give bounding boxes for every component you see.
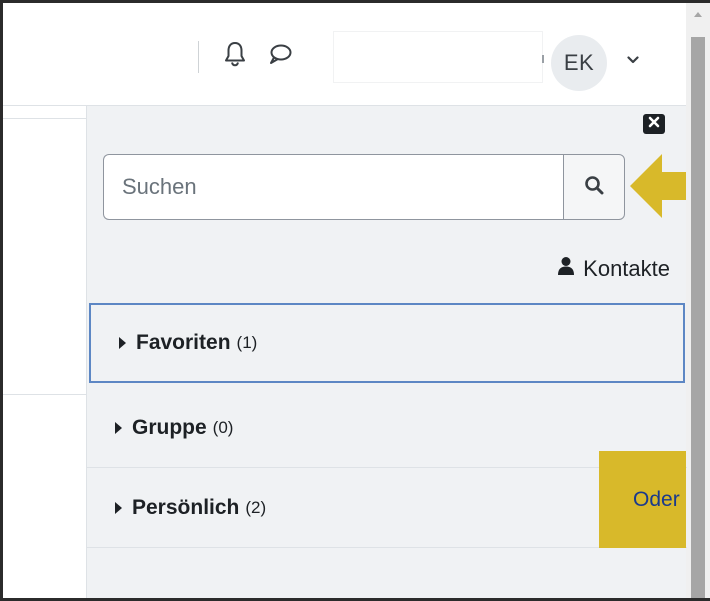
top-navbar: EK <box>3 3 686 106</box>
section-title: Gruppe <box>132 415 207 439</box>
section-favorites[interactable]: Favoriten (1) <box>89 303 685 383</box>
tour-pointer-arrow <box>628 150 686 222</box>
close-drawer-button[interactable] <box>643 114 665 134</box>
scroll-up-button[interactable] <box>686 3 710 25</box>
contacts-label: Kontakte <box>583 256 670 281</box>
content-divider <box>3 118 86 119</box>
tour-callout-text: Oder a <box>633 487 686 511</box>
caret-up-icon <box>693 5 703 23</box>
messaging-drawer: Kontakte Favoriten (1) Gruppe (0) Persön… <box>86 106 687 598</box>
close-icon <box>648 115 660 133</box>
page-scrollbar[interactable] <box>686 3 710 598</box>
section-title: Favoriten <box>136 331 231 354</box>
section-group[interactable]: Gruppe (0) <box>87 388 687 468</box>
separator-mark <box>542 55 544 63</box>
chevron-down-icon <box>626 52 640 70</box>
caret-right-icon <box>115 421 122 434</box>
user-menu-toggle[interactable] <box>621 49 645 73</box>
notifications-button[interactable] <box>213 33 257 79</box>
navbar-divider <box>198 41 199 73</box>
search-icon <box>584 175 604 200</box>
scroll-thumb[interactable] <box>691 37 705 598</box>
section-personal[interactable]: Persönlich (2) <box>87 468 687 548</box>
section-count: (1) <box>236 333 258 352</box>
user-menu-area[interactable] <box>333 31 543 83</box>
caret-right-icon <box>115 501 122 514</box>
section-count: (2) <box>245 497 267 517</box>
search-button[interactable] <box>563 154 625 220</box>
section-title: Persönlich <box>132 495 240 519</box>
user-icon <box>557 256 575 282</box>
search-bar <box>103 154 625 220</box>
chat-bubble-icon <box>268 43 292 70</box>
section-count: (0) <box>212 417 234 437</box>
caret-right-icon <box>119 337 126 349</box>
contacts-link[interactable]: Kontakte <box>557 256 670 282</box>
search-input[interactable] <box>103 154 563 220</box>
user-initials: EK <box>563 50 595 75</box>
tour-callout: Oder a <box>599 451 686 548</box>
bell-icon <box>224 41 246 72</box>
content-divider <box>3 394 86 395</box>
user-avatar[interactable]: EK <box>551 35 607 91</box>
arrow-left-icon <box>628 154 686 226</box>
messages-button[interactable] <box>258 33 302 79</box>
